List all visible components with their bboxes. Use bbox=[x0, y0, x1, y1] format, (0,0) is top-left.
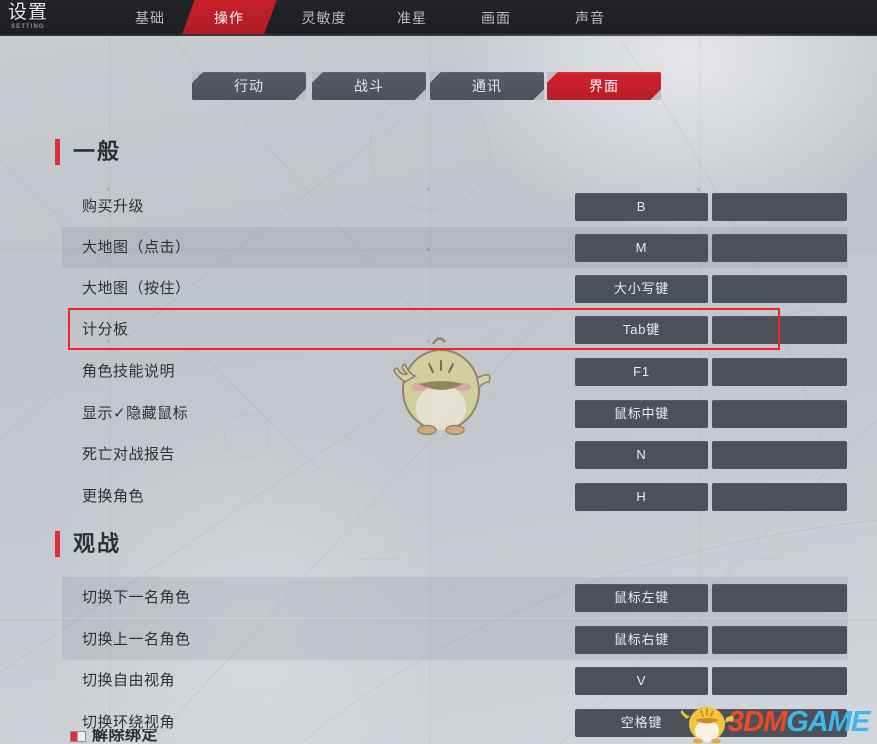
primary-keybind-button[interactable]: F1 bbox=[575, 358, 708, 386]
unbind-icon bbox=[70, 731, 86, 742]
sub-tab-notch-left bbox=[192, 72, 203, 83]
top-tab-5[interactable]: 画面 bbox=[466, 0, 526, 36]
settings-row[interactable]: 切换上一名角色 鼠标右键 bbox=[62, 619, 848, 660]
settings-screen: SCALE 1:1 DRAWING REF-0412 设置 SETTING 基础… bbox=[0, 0, 877, 744]
settings-row-label: 计分板 bbox=[82, 321, 129, 338]
sub-tab-notch-left bbox=[312, 72, 323, 83]
page-title: 设置 bbox=[8, 2, 49, 23]
settings-row[interactable]: 购买升级 B bbox=[62, 186, 848, 227]
settings-row[interactable]: 大地图（点击） M bbox=[62, 227, 848, 268]
secondary-keybind-button[interactable] bbox=[712, 358, 847, 386]
sub-tab-label: 行动 bbox=[234, 78, 264, 94]
top-tab-2[interactable]: 操作 bbox=[196, 0, 262, 36]
primary-keybind-button[interactable]: H bbox=[575, 483, 708, 511]
settings-row-label: 切换上一名角色 bbox=[82, 631, 191, 648]
section-accent-bar bbox=[55, 139, 60, 165]
secondary-keybind-button[interactable] bbox=[712, 584, 847, 612]
sub-tab-notch-right bbox=[295, 89, 306, 100]
section-title: 一般 bbox=[73, 139, 122, 164]
topnav-underline bbox=[0, 34, 877, 36]
secondary-keybind-button[interactable] bbox=[712, 400, 847, 428]
settings-row-label: 显示✓隐藏鼠标 bbox=[82, 405, 189, 422]
top-tab-6[interactable]: 声音 bbox=[560, 0, 620, 36]
secondary-keybind-button[interactable] bbox=[712, 275, 847, 303]
primary-keybind-button[interactable]: 鼠标右键 bbox=[575, 626, 708, 654]
section-accent-bar bbox=[55, 531, 60, 557]
secondary-keybind-button[interactable] bbox=[712, 626, 847, 654]
top-tab-1[interactable]: 基础 bbox=[120, 0, 180, 36]
sub-tab-1[interactable]: 行动 bbox=[192, 72, 306, 100]
sub-tab-notch-left bbox=[430, 72, 441, 83]
primary-keybind-button[interactable]: B bbox=[575, 193, 708, 221]
sub-tab-3[interactable]: 通讯 bbox=[430, 72, 544, 100]
settings-row[interactable]: 角色技能说明 F1 bbox=[62, 351, 848, 392]
sub-tab-2[interactable]: 战斗 bbox=[312, 72, 426, 100]
top-navigation-bar: 设置 SETTING 基础 操作 灵敏度 准星 画面 声音 bbox=[0, 0, 877, 36]
primary-keybind-button[interactable]: Tab键 bbox=[575, 316, 708, 344]
secondary-keybind-button[interactable] bbox=[712, 234, 847, 262]
settings-row[interactable]: 切换下一名角色 鼠标左键 bbox=[62, 577, 848, 618]
sub-tab-notch-right bbox=[533, 89, 544, 100]
settings-row-label: 死亡对战报告 bbox=[82, 446, 176, 463]
settings-row-label: 切换下一名角色 bbox=[82, 589, 191, 606]
page-subtitle: SETTING bbox=[11, 24, 45, 30]
svg-text:SCALE 1:1 DRAWING: SCALE 1:1 DRAWING bbox=[358, 556, 398, 561]
settings-row[interactable]: 计分板 Tab键 bbox=[62, 309, 848, 350]
unbind-label: 解除绑定 bbox=[92, 729, 159, 744]
secondary-keybind-button[interactable] bbox=[712, 441, 847, 469]
settings-row-label: 角色技能说明 bbox=[82, 363, 176, 380]
sub-tab-label: 战斗 bbox=[354, 78, 384, 94]
sub-tab-label: 界面 bbox=[589, 78, 619, 94]
primary-keybind-button[interactable]: V bbox=[575, 667, 708, 695]
settings-row-label: 大地图（按住） bbox=[82, 280, 191, 297]
settings-row[interactable]: 死亡对战报告 N bbox=[62, 434, 848, 475]
settings-row-label: 购买升级 bbox=[82, 198, 145, 215]
sub-tab-notch-left bbox=[547, 72, 558, 83]
sub-tab-notch-right bbox=[650, 89, 661, 100]
sub-tab-label: 通讯 bbox=[472, 78, 502, 94]
settings-row-label: 切换自由视角 bbox=[82, 672, 176, 689]
section-title: 观战 bbox=[73, 531, 122, 556]
svg-text:REF-0412: REF-0412 bbox=[760, 556, 779, 561]
secondary-keybind-button[interactable] bbox=[712, 193, 847, 221]
primary-keybind-button[interactable]: N bbox=[575, 441, 708, 469]
primary-keybind-button[interactable]: 鼠标中键 bbox=[575, 400, 708, 428]
primary-keybind-button[interactable]: 鼠标左键 bbox=[575, 584, 708, 612]
secondary-keybind-button[interactable] bbox=[712, 483, 847, 511]
top-tab-4[interactable]: 准星 bbox=[382, 0, 442, 36]
primary-keybind-button[interactable]: 大小写键 bbox=[575, 275, 708, 303]
settings-row[interactable]: 切换自由视角 V bbox=[62, 660, 848, 701]
sub-tab-4[interactable]: 界面 bbox=[547, 72, 661, 100]
settings-row-label: 更换角色 bbox=[82, 488, 145, 505]
bottom-partial-row[interactable]: 解除绑定 bbox=[62, 729, 848, 744]
sub-tab-notch-right bbox=[415, 89, 426, 100]
settings-row[interactable]: 大地图（按住） 大小写键 bbox=[62, 268, 848, 309]
top-tab-3[interactable]: 灵敏度 bbox=[288, 0, 360, 36]
settings-row[interactable]: 显示✓隐藏鼠标 鼠标中键 bbox=[62, 393, 848, 434]
settings-row-label: 大地图（点击） bbox=[82, 239, 191, 256]
secondary-keybind-button[interactable] bbox=[712, 667, 847, 695]
primary-keybind-button[interactable]: M bbox=[575, 234, 708, 262]
secondary-keybind-button[interactable] bbox=[712, 316, 847, 344]
settings-row[interactable]: 更换角色 H bbox=[62, 476, 848, 517]
